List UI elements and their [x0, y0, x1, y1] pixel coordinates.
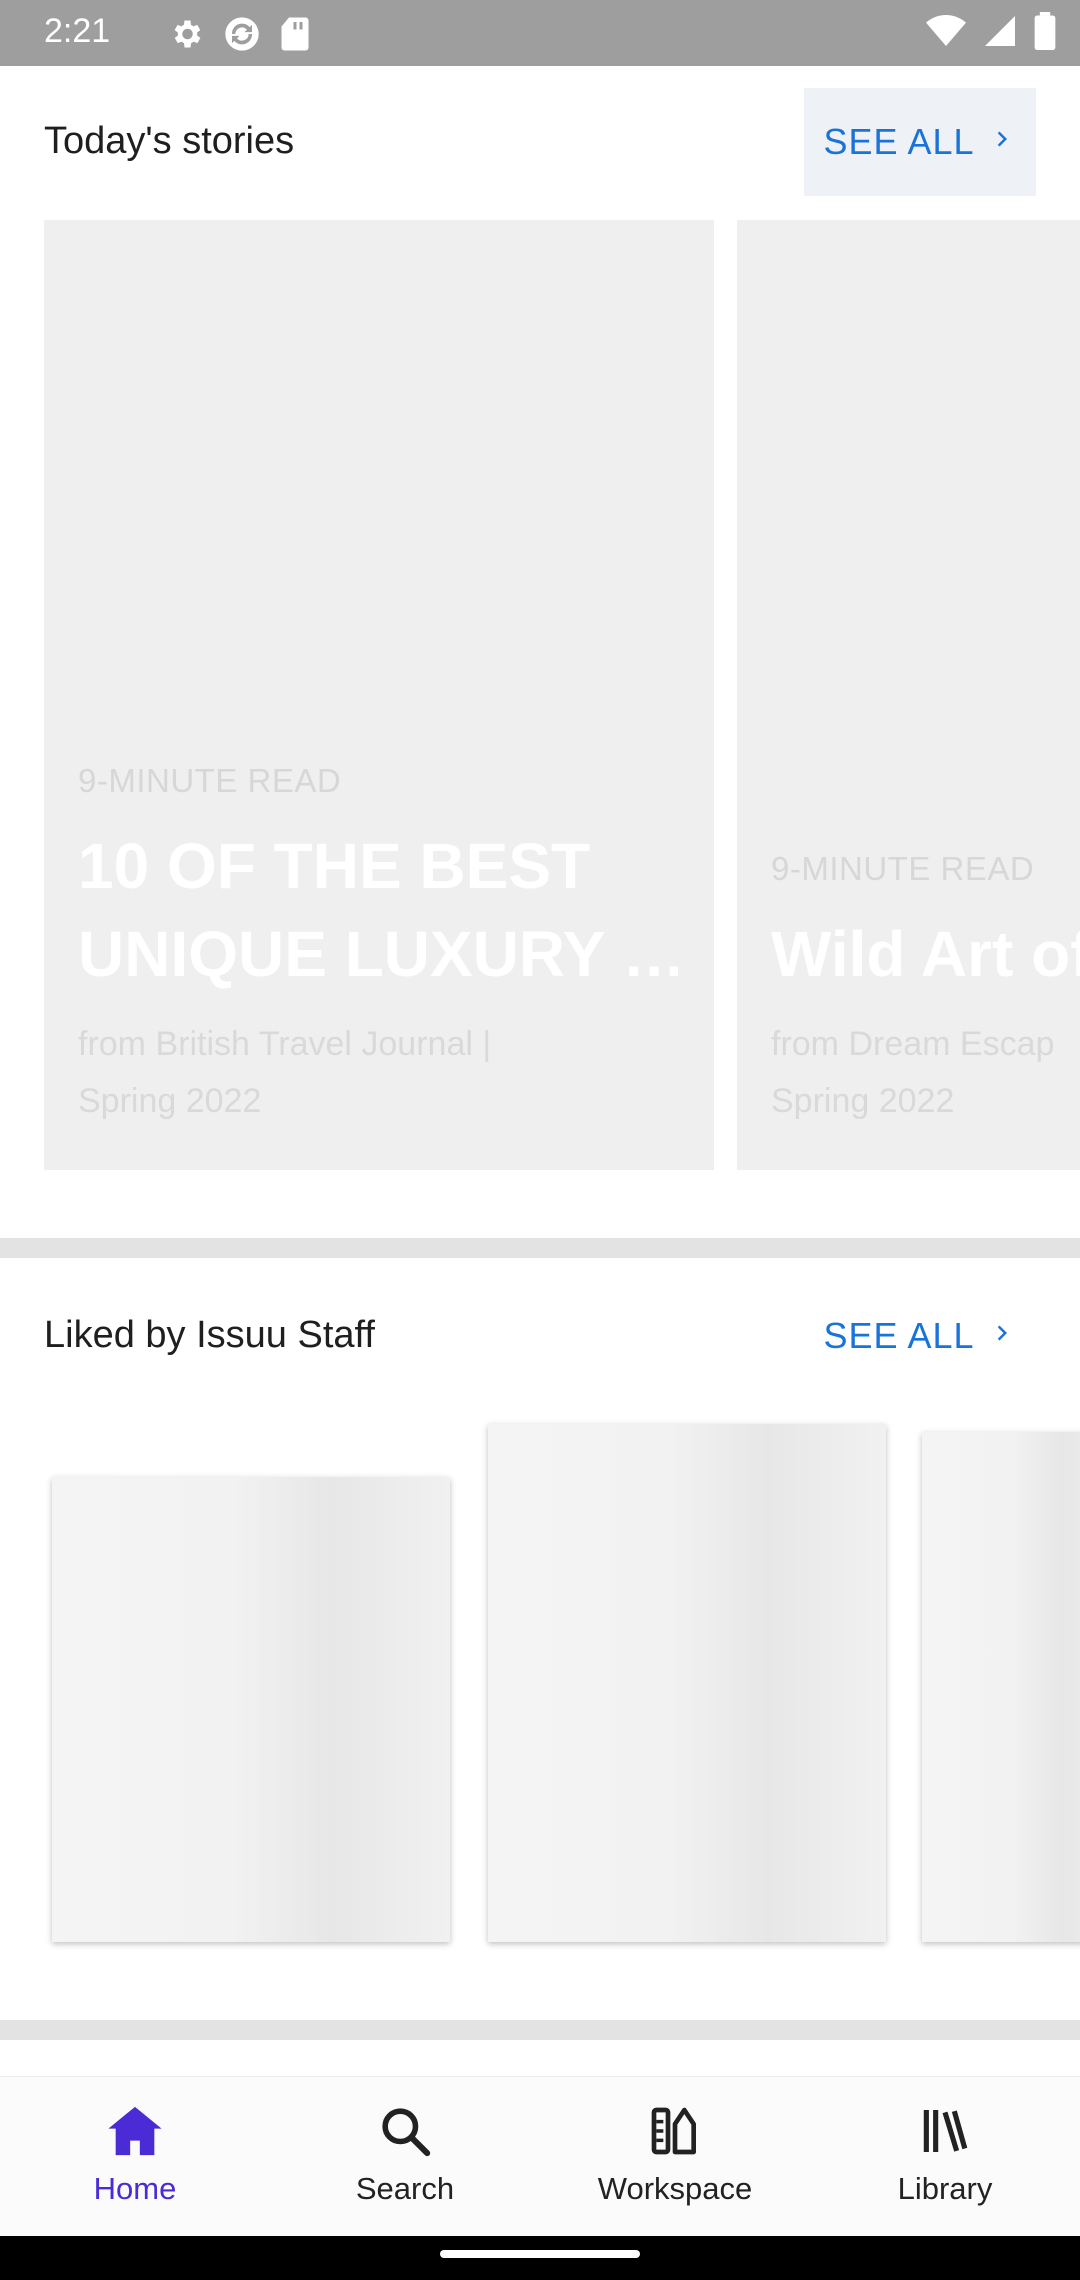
bottom-navigation: Home Search Workspace Library — [0, 2076, 1080, 2237]
story-source-line: Spring 2022 — [78, 1082, 262, 1120]
story-headline-line: Wild Art of — [771, 918, 1080, 990]
sd-card-icon — [280, 16, 310, 57]
section-header-liked: Liked by Issuu Staff SEE ALL — [0, 1282, 1080, 1392]
home-gesture-pill[interactable] — [440, 2250, 640, 2258]
section-title-today: Today's stories — [44, 120, 295, 162]
see-all-button-liked[interactable]: SEE ALL — [804, 1282, 1036, 1390]
search-icon — [377, 2099, 433, 2163]
story-source-line: from British Travel Journal | — [78, 1025, 492, 1063]
chevron-right-icon — [987, 121, 1017, 163]
story-headline-line: UNIQUE LUXURY … — [78, 918, 678, 990]
sync-icon — [222, 14, 262, 59]
signal-icon — [982, 13, 1018, 54]
section-title-liked: Liked by Issuu Staff — [44, 1314, 375, 1356]
story-source-line: Spring 2022 — [771, 1082, 955, 1120]
library-icon — [917, 2099, 973, 2163]
story-source: from British Travel Journal | Spring 202… — [78, 1016, 678, 1130]
section-divider — [0, 1238, 1080, 1258]
story-card[interactable]: 9-MINUTE READ 10 OF THE BEST UNIQUE LUXU… — [44, 220, 714, 1170]
story-source: from Dream Escap Spring 2022 — [771, 1016, 1080, 1130]
gesture-bar — [0, 2236, 1080, 2280]
nav-home[interactable]: Home — [0, 2077, 270, 2237]
see-all-button-today[interactable]: SEE ALL — [804, 88, 1036, 196]
publication-cover[interactable] — [922, 1432, 1080, 1942]
story-read-time: 9-MINUTE READ — [78, 762, 342, 799]
status-bar: 2:21 — [0, 0, 1080, 66]
nav-library-label: Library — [897, 2171, 993, 2206]
story-read-time: 9-MINUTE READ — [771, 850, 1035, 887]
story-headline: Wild Art of — [771, 910, 1080, 998]
wifi-icon — [926, 13, 966, 54]
battery-icon — [1034, 12, 1056, 55]
status-time: 2:21 — [44, 12, 111, 50]
workspace-icon — [647, 2099, 703, 2163]
nav-library[interactable]: Library — [810, 2077, 1080, 2237]
section-divider — [0, 2020, 1080, 2040]
story-carousel[interactable]: 9-MINUTE READ 10 OF THE BEST UNIQUE LUXU… — [0, 220, 1080, 1172]
chevron-right-icon — [987, 1315, 1017, 1357]
publication-cover[interactable] — [52, 1477, 450, 1942]
section-header-today: Today's stories SEE ALL — [0, 88, 1080, 198]
story-source-line: from Dream Escap — [771, 1025, 1055, 1063]
home-icon — [106, 2099, 164, 2163]
story-headline: 10 OF THE BEST UNIQUE LUXURY … — [78, 822, 678, 998]
nav-workspace-label: Workspace — [597, 2171, 753, 2206]
publication-cover[interactable] — [488, 1424, 886, 1942]
nav-search[interactable]: Search — [270, 2077, 540, 2237]
publication-carousel[interactable] — [0, 1400, 1080, 1960]
nav-workspace[interactable]: Workspace — [540, 2077, 810, 2237]
story-headline-line: 10 OF THE BEST — [78, 830, 591, 902]
nav-search-label: Search — [355, 2171, 455, 2206]
see-all-label: SEE ALL — [823, 1315, 975, 1356]
nav-home-label: Home — [93, 2171, 177, 2206]
see-all-label: SEE ALL — [823, 121, 975, 162]
story-card[interactable]: 9-MINUTE READ Wild Art of from Dream Esc… — [737, 220, 1080, 1170]
gear-icon — [168, 16, 204, 57]
